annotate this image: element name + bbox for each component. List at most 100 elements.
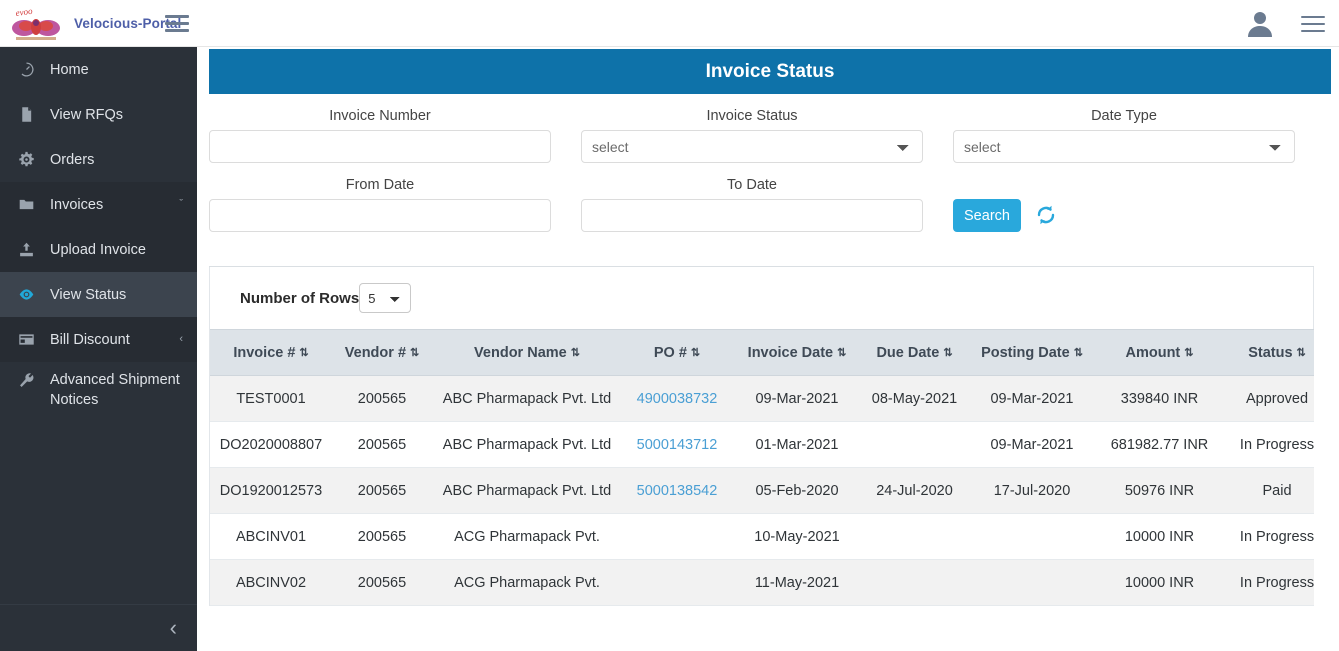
to-date-input[interactable] [581,199,923,232]
cell-vendor-no: 200565 [332,421,432,468]
column-header-label: PO # [653,344,687,361]
sort-toggle-icon[interactable]: ⇅ [1184,347,1193,359]
invoice-results-panel: Number of Rows 5 Invoice # ⇅ Vendor # ⇅ Vend… [209,266,1314,606]
column-header-vendor[interactable]: Vendor # ⇅ [332,329,432,376]
table-row[interactable]: ABCINV01 200565 ACG Pharmapack Pvt. 10-May-… [210,513,1314,560]
cell-due-date [862,513,967,560]
cell-vendor-name: ACG Pharmapack Pvt. [432,559,622,606]
chevron-left-icon: ‹ [169,615,177,640]
sidebar-item-bill-discount[interactable]: Bill Discount ‹ [0,317,197,362]
cell-amount: 10000 INR [1097,513,1222,560]
cell-vendor-no: 200565 [332,559,432,606]
sort-toggle-icon[interactable]: ⇅ [571,347,580,359]
cell-po-no[interactable]: 4900038732 [622,375,732,422]
cell-invoice-date: 01-Mar-2021 [732,421,862,468]
table-row[interactable]: DO1920012573 200565 ABC Pharmapack Pvt. Lt… [210,467,1314,514]
cell-amount: 50976 INR [1097,467,1222,514]
column-header-label: Amount [1125,344,1181,361]
sidebar-item-advanced-shipment-notices[interactable]: Advanced Shipment Notices [0,362,197,420]
cell-posting-date: 09-Mar-2021 [967,421,1097,468]
sidebar-item-invoices[interactable]: Invoices ˇ [0,182,197,227]
cell-due-date: 08-May-2021 [862,375,967,422]
filter-row-2: From Date To Date Search [209,177,1331,232]
invoice-status-select[interactable]: select [581,130,923,163]
sort-toggle-icon[interactable]: ⇅ [410,347,419,359]
sort-toggle-icon[interactable]: ⇅ [1297,347,1306,359]
invoice-table-header: Invoice # ⇅ Vendor # ⇅ Vendor Name ⇅ PO # ⇅ Invo… [210,329,1314,376]
dashboard-icon [16,61,36,79]
cell-posting-date: 09-Mar-2021 [967,375,1097,422]
column-header-status[interactable]: Status ⇅ [1222,329,1314,376]
cell-po-no[interactable]: 5000138542 [622,467,732,514]
chevron-down-icon: ˇ [179,198,183,210]
sort-toggle-icon[interactable]: ⇅ [837,347,846,359]
sidebar-item-label: Advanced Shipment Notices [50,372,180,408]
sidebar-item-view-status[interactable]: View Status [0,272,197,317]
table-row[interactable]: TEST0001 200565 ABC Pharmapack Pvt. Ltd 490… [210,375,1314,422]
column-header-posting-date[interactable]: Posting Date ⇅ [967,329,1097,376]
column-header-po[interactable]: PO # ⇅ [622,329,732,376]
column-header-invoice[interactable]: Invoice # ⇅ [210,329,332,376]
cell-posting-date [967,559,1097,606]
date-type-label: Date Type [1091,108,1157,124]
table-header-row: Invoice # ⇅ Vendor # ⇅ Vendor Name ⇅ PO # ⇅ Invo… [210,329,1314,376]
sidebar-item-orders[interactable]: Orders [0,137,197,182]
cell-amount: 339840 INR [1097,375,1222,422]
from-date-field-group: From Date [209,177,551,232]
invoice-filter-form: Invoice Number Invoice Status select Dat… [197,94,1339,232]
svg-text:evoo: evoo [15,5,34,17]
user-account-icon[interactable] [1247,10,1273,38]
column-header-vendor-name[interactable]: Vendor Name ⇅ [432,329,622,376]
po-number-link[interactable]: 5000143712 [637,437,718,453]
table-row[interactable]: ABCINV02 200565 ACG Pharmapack Pvt. 11-May-… [210,559,1314,606]
cell-vendor-name: ABC Pharmapack Pvt. Ltd [432,375,622,422]
cell-invoice-date: 05-Feb-2020 [732,467,862,514]
cell-vendor-no: 200565 [332,467,432,514]
sidebar-item-upload-invoice[interactable]: Upload Invoice [0,227,197,272]
cell-vendor-no: 200565 [332,375,432,422]
table-row[interactable]: DO2020008807 200565 ABC Pharmapack Pvt. Lt… [210,421,1314,468]
invoice-number-input[interactable] [209,130,551,163]
cell-status: Approved [1222,375,1314,422]
cell-invoice-no: DO1920012573 [210,467,332,514]
column-header-label: Vendor # [344,344,407,361]
sidebar-collapse-button[interactable]: ‹ [0,604,197,651]
column-header-amount[interactable]: Amount ⇅ [1097,329,1222,376]
cell-po-no[interactable]: 5000143712 [622,421,732,468]
column-header-due-date[interactable]: Due Date ⇅ [862,329,967,376]
sort-toggle-icon[interactable]: ⇅ [1074,347,1083,359]
sidebar-item-label: Bill Discount [50,331,130,348]
invoice-table-body: TEST0001 200565 ABC Pharmapack Pvt. Ltd 490… [210,375,1314,606]
filter-actions: Search [953,199,1057,232]
po-number-link[interactable]: 4900038732 [637,391,718,407]
filter-row-1: Invoice Number Invoice Status select Dat… [209,108,1331,163]
refresh-icon[interactable] [1035,204,1057,231]
cell-invoice-no: ABCINV01 [210,513,332,560]
sidebar-item-label: Home [50,61,89,78]
column-header-label: Status [1248,344,1293,361]
hamburger-menu-icon-right[interactable] [1301,15,1325,33]
sort-toggle-icon[interactable]: ⇅ [691,347,700,359]
invoice-status-label: Invoice Status [706,108,798,124]
sort-toggle-icon[interactable]: ⇅ [299,347,308,359]
column-header-invoice-date[interactable]: Invoice Date ⇅ [732,329,862,376]
date-type-select[interactable]: select [953,130,1295,163]
from-date-label: From Date [345,177,415,193]
cell-posting-date: 17-Jul-2020 [967,467,1097,514]
po-number-link[interactable]: 5000138542 [637,483,718,499]
cell-po-no [622,513,732,560]
from-date-input[interactable] [209,199,551,232]
hamburger-menu-icon[interactable] [165,14,189,32]
sidebar-item-home[interactable]: Home [0,47,197,92]
brand-logo-group[interactable]: evoo Velocious-Portal [8,2,181,45]
sidebar-item-view-rfqs[interactable]: View RFQs [0,92,197,137]
top-header-actions [1247,0,1325,47]
search-button[interactable]: Search [953,199,1021,232]
butterfly-logo-icon: evoo [8,4,66,44]
page-title: Invoice Status [705,60,835,82]
cell-invoice-no: DO2020008807 [210,421,332,468]
cell-amount: 681982.77 INR [1097,421,1222,468]
rows-per-page-select[interactable]: 5 [359,283,412,313]
invoice-table-scroll-area[interactable]: Invoice # ⇅ Vendor # ⇅ Vendor Name ⇅ PO # ⇅ Invo… [209,329,1314,606]
sort-toggle-icon[interactable]: ⇅ [943,347,952,359]
